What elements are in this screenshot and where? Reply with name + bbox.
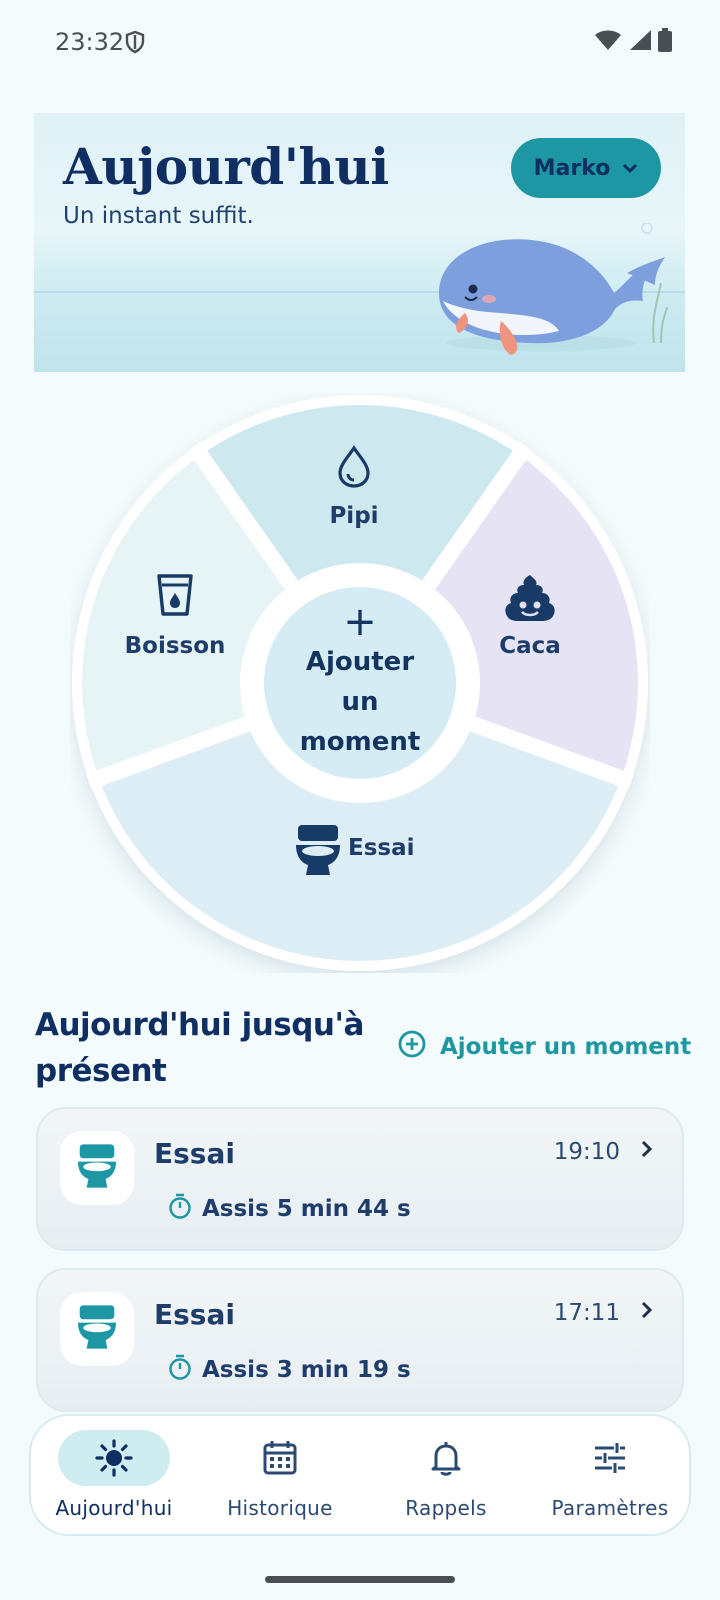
add-moment-link-label: Ajouter un moment	[440, 1034, 692, 1060]
entry-duration-text: Assis 5 min 44 s	[202, 1196, 411, 1222]
nav-item-history[interactable]: Historique	[197, 1416, 363, 1538]
wheel-label-pipi: Pipi	[329, 503, 379, 529]
page-subtitle: Un instant suffit.	[63, 203, 254, 229]
wheel-label-caca: Caca	[499, 633, 561, 659]
signal-icon	[628, 29, 652, 56]
entry-time: 19:10	[553, 1139, 620, 1165]
nav-label-reminders: Rappels	[405, 1496, 487, 1520]
add-moment-center-button[interactable]: + Ajouter un moment	[262, 585, 458, 781]
entry-duration: Assis 3 min 19 s	[168, 1354, 411, 1386]
entry-card[interactable]: Essai 19:10 Assis 5 min 44 s	[36, 1107, 684, 1251]
bottom-navigation: Aujourd'hui Historique Rappels Paramètre…	[29, 1414, 691, 1536]
toilet-icon	[78, 1143, 116, 1193]
nav-label-today: Aujourd'hui	[55, 1496, 173, 1520]
stopwatch-icon	[168, 1354, 192, 1386]
nav-item-settings[interactable]: Paramètres	[527, 1416, 693, 1538]
chevron-right-icon	[640, 1300, 654, 1325]
plus-circle-icon	[398, 1030, 426, 1064]
entry-title: Essai	[154, 1298, 235, 1331]
nav-label-history: Historique	[227, 1496, 333, 1520]
shield-icon	[124, 30, 146, 59]
center-button-label: Ajouter un moment	[299, 647, 421, 757]
entry-icon-container	[60, 1292, 134, 1366]
calendar-icon	[260, 1438, 300, 1483]
quick-log-wheel: Pipi Caca Essai Boisson + Ajouter un mom…	[70, 393, 650, 973]
whale-illustration-icon	[429, 222, 669, 363]
status-time: 23:32	[55, 28, 125, 56]
stopwatch-icon	[168, 1193, 192, 1225]
wifi-icon	[594, 29, 622, 56]
home-indicator[interactable]	[265, 1576, 455, 1583]
chevron-down-icon	[622, 156, 638, 181]
wheel-label-essai: Essai	[348, 835, 415, 861]
toilet-icon	[78, 1304, 116, 1354]
sliders-icon	[590, 1438, 630, 1483]
bell-icon	[426, 1438, 466, 1483]
entry-title: Essai	[154, 1137, 235, 1170]
entry-duration-text: Assis 3 min 19 s	[202, 1357, 411, 1383]
header-banner: Aujourd'hui Un instant suffit. Marko	[34, 113, 685, 372]
battery-icon	[658, 28, 672, 57]
entry-duration: Assis 5 min 44 s	[168, 1193, 411, 1225]
page-title: Aujourd'hui	[63, 137, 389, 196]
entry-icon-container	[60, 1131, 134, 1205]
status-icons	[594, 28, 672, 57]
profile-name: Marko	[533, 155, 611, 181]
entry-card[interactable]: Essai 17:11 Assis 3 min 19 s	[36, 1268, 684, 1412]
profile-selector-button[interactable]: Marko	[511, 138, 661, 198]
wheel-label-boisson: Boisson	[124, 633, 226, 659]
add-moment-link[interactable]: Ajouter un moment	[398, 1030, 691, 1064]
sun-icon	[94, 1438, 134, 1483]
entry-time: 17:11	[553, 1300, 620, 1326]
status-bar: 23:32	[0, 0, 720, 86]
nav-item-reminders[interactable]: Rappels	[363, 1416, 529, 1538]
plus-icon: +	[343, 599, 377, 645]
section-title-today: Aujourd'hui jusqu'à présent	[35, 1007, 364, 1089]
nav-item-today[interactable]: Aujourd'hui	[31, 1416, 197, 1538]
chevron-right-icon	[640, 1139, 654, 1164]
nav-label-settings: Paramètres	[551, 1496, 669, 1520]
